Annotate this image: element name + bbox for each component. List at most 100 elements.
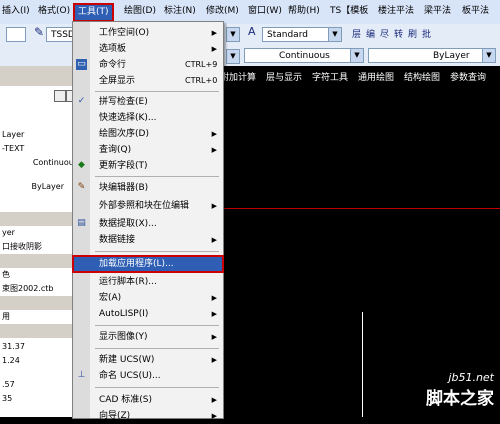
- tab-structure-drawing[interactable]: 结构绘图: [404, 70, 440, 83]
- tab-layer-display[interactable]: 层与显示: [266, 70, 302, 83]
- layer-row: yer: [2, 228, 15, 237]
- command-line-icon: ▭: [76, 59, 87, 70]
- submenu-arrow-icon: ▶: [211, 130, 217, 138]
- menu-item-named-ucs[interactable]: ⊥ 命名 UCS(U)...: [73, 368, 223, 384]
- menu-beam-flat[interactable]: 梁平法: [424, 4, 451, 19]
- color-combo[interactable]: ▼: [226, 49, 240, 64]
- text-style-icon[interactable]: A: [248, 25, 256, 39]
- crosshair-vertical: [362, 312, 363, 417]
- section-header: [0, 296, 80, 310]
- menu-item-xref-edit[interactable]: 外部参照和块在位编辑 ▶: [73, 198, 223, 214]
- menu-format[interactable]: 格式(O): [38, 4, 70, 19]
- menu-separator: [95, 387, 219, 388]
- menu-item-macro[interactable]: 宏(A) ▶: [73, 290, 223, 306]
- menu-item-wizards[interactable]: 向导(Z) ▶: [73, 408, 223, 424]
- chevron-down-icon: ▼: [226, 28, 239, 41]
- coord-y-value: 1.24: [2, 356, 20, 365]
- lineweight-row: ByLayer: [31, 182, 64, 191]
- chevron-down-icon: ▼: [226, 50, 239, 63]
- quick-select-icon[interactable]: [54, 90, 66, 102]
- linetype-row: Continuous: [32, 158, 78, 167]
- tab-text-tools[interactable]: 字符工具: [312, 70, 348, 83]
- chevron-down-icon: ▼: [350, 49, 363, 62]
- menu-separator: [95, 91, 219, 92]
- menu-item-data-extraction[interactable]: ▤ 数据提取(X)...: [73, 216, 223, 232]
- panel-header: [0, 66, 80, 86]
- lineweight-value: ByLayer: [433, 51, 470, 61]
- menu-column-flat[interactable]: 楼注平法: [378, 4, 414, 19]
- menu-item-display-image[interactable]: 显示图像(Y) ▶: [73, 329, 223, 345]
- standard-combo-value: Standard: [267, 30, 308, 40]
- section-header: [0, 254, 80, 268]
- submenu-arrow-icon: ▶: [211, 45, 217, 53]
- menu-item-quick-select[interactable]: 快速选择(K)...: [73, 110, 223, 126]
- spell-check-icon: ✓: [77, 96, 86, 106]
- menu-item-draw-order[interactable]: 绘图次序(D) ▶: [73, 126, 223, 142]
- menu-item-autolisp[interactable]: AutoLISP(I) ▶: [73, 306, 223, 322]
- submenu-arrow-icon: ▶: [211, 310, 217, 318]
- submenu-arrow-icon: ▶: [211, 333, 217, 341]
- menu-window[interactable]: 窗口(W): [248, 4, 282, 19]
- menu-item-spell-check[interactable]: ✓ 拼写检查(E): [73, 94, 223, 110]
- menu-modify[interactable]: 修改(M): [206, 4, 239, 19]
- layer-button-3[interactable]: 尽: [380, 28, 389, 42]
- menu-insert[interactable]: 插入(I): [2, 4, 30, 19]
- plot-style-row: 束图2002.ctb: [2, 284, 54, 293]
- menu-item-load-application[interactable]: 加载应用程序(L)...: [72, 255, 224, 273]
- tab-general-drawing[interactable]: 通用绘图: [358, 70, 394, 83]
- submenu-arrow-icon: ▶: [211, 29, 217, 37]
- menu-item-workspace[interactable]: 工作空间(O) ▶: [73, 25, 223, 41]
- menu-item-block-editor[interactable]: ✎ 块编辑器(B): [73, 180, 223, 196]
- menu-item-fullscreen[interactable]: 全屏显示 CTRL+0: [73, 73, 223, 89]
- menu-item-cad-standards[interactable]: CAD 标准(S) ▶: [73, 392, 223, 408]
- chevron-down-icon: ▼: [328, 28, 341, 41]
- menu-draw[interactable]: 绘图(D): [124, 4, 156, 19]
- linetype-value: Continuous: [279, 51, 330, 61]
- tab-additional-calc[interactable]: 附加计算: [220, 70, 256, 83]
- section-header: [0, 212, 80, 226]
- pen-icon[interactable]: ✎: [34, 25, 44, 39]
- menu-item-new-ucs[interactable]: 新建 UCS(W) ▶: [73, 352, 223, 368]
- height-value: 35: [2, 394, 13, 403]
- lineweight-combo[interactable]: ByLayer ▼: [368, 48, 496, 63]
- layer-button-2[interactable]: 编: [366, 28, 375, 42]
- layer-button-5[interactable]: 刷: [408, 28, 417, 42]
- menu-dimension[interactable]: 标注(N): [164, 4, 196, 19]
- menu-item-inquiry[interactable]: 查询(Q) ▶: [73, 142, 223, 158]
- menu-item-update-fields[interactable]: ◆ 更新字段(T): [73, 158, 223, 174]
- layer-button-4[interactable]: 转: [394, 28, 403, 42]
- coord-z-value: .57: [2, 380, 15, 389]
- tools-menu: 工作空间(O) ▶ 选项板 ▶ ▭ 命令行 CTRL+9 全屏显示 CTRL+0 ✓ 拼写检…: [72, 21, 224, 421]
- block-editor-icon: ✎: [77, 182, 86, 192]
- linetype-combo[interactable]: Continuous ▼: [244, 48, 364, 63]
- named-ucs-icon: ⊥: [77, 370, 86, 380]
- submenu-arrow-icon: ▶: [211, 356, 217, 364]
- menu-tools[interactable]: 工具(T): [73, 3, 114, 22]
- text-layer-value: -TEXT: [2, 144, 25, 153]
- properties-panel: Layer -TEXT Continuous ByLayer yer 口接收阴影…: [0, 66, 81, 417]
- toolbar-left-combo[interactable]: [6, 27, 26, 42]
- menu-separator: [95, 176, 219, 177]
- chevron-down-icon: ▼: [482, 49, 495, 62]
- font-combo[interactable]: TSSD: [46, 27, 75, 42]
- layer-button-1[interactable]: 层: [352, 28, 361, 42]
- menu-help[interactable]: 帮助(H): [288, 4, 320, 19]
- submenu-arrow-icon: ▶: [211, 146, 217, 154]
- menu-item-command-line[interactable]: ▭ 命令行 CTRL+9: [73, 57, 223, 73]
- data-extract-icon: ▤: [77, 218, 86, 228]
- menu-item-data-links[interactable]: 数据链接 ▶: [73, 232, 223, 248]
- menu-ts-template[interactable]: TS【模板: [330, 4, 368, 19]
- layer-button-6[interactable]: 批: [422, 28, 431, 42]
- watermark-name: 脚本之家: [426, 389, 494, 409]
- menu-item-run-script[interactable]: 运行脚本(R)...: [73, 274, 223, 290]
- menu-slab-flat[interactable]: 板平法: [462, 4, 489, 19]
- standard-combo[interactable]: Standard ▼: [262, 27, 342, 42]
- style-combo-dropdown[interactable]: ▼: [226, 27, 240, 42]
- usage-row: 用: [2, 312, 10, 321]
- menu-separator: [95, 251, 219, 252]
- menu-item-palettes[interactable]: 选项板 ▶: [73, 41, 223, 57]
- submenu-arrow-icon: ▶: [211, 294, 217, 302]
- tab-param-query[interactable]: 参数查询: [450, 70, 486, 83]
- crosshair-horizontal: [222, 208, 500, 209]
- submenu-arrow-icon: ▶: [211, 202, 217, 210]
